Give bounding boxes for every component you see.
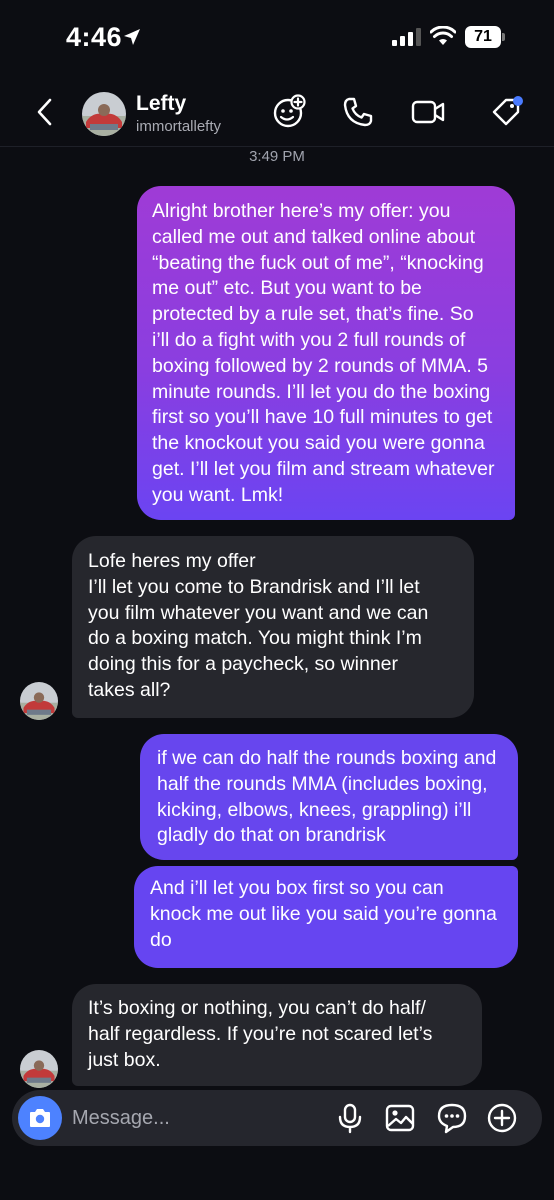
phone-icon[interactable] <box>338 92 378 132</box>
message-bubble-outgoing[interactable]: Alright brother here’s my offer: you call… <box>137 186 515 520</box>
message-text-line: you film whatever you want and we can <box>88 601 429 624</box>
status-time: 4:46 <box>66 22 123 52</box>
contact-name[interactable]: Lefty <box>136 92 186 116</box>
back-chevron-icon[interactable] <box>32 96 58 128</box>
video-camera-icon[interactable] <box>408 92 448 132</box>
contact-avatar[interactable] <box>82 92 126 136</box>
message-text-line: the knockout you said you were gonna <box>152 432 485 455</box>
message-bubble-outgoing[interactable]: And i’ll let you box first so you can kno… <box>134 866 518 968</box>
message-text-line: half the rounds MMA (includes boxing, <box>157 772 488 795</box>
message-text-line: do <box>150 928 172 951</box>
message-text-line: minute rounds. I’ll let you do the boxin… <box>152 380 491 403</box>
message-text-line: i’ll do a fight with you 2 full rounds o… <box>152 328 466 351</box>
battery-level: 71 <box>474 28 492 45</box>
notification-dot <box>513 96 523 106</box>
location-arrow-icon <box>124 29 140 45</box>
message-text-line: protected by a rule set, that’s fine. So <box>152 303 474 326</box>
sender-avatar[interactable] <box>20 1050 58 1088</box>
message-bubble-incoming[interactable]: It’s boxing or nothing, you can’t do hal… <box>72 984 482 1086</box>
message-text-line: first so you’ll have 10 full minutes to … <box>152 406 493 429</box>
message-text-line: gladly do that on brandrisk <box>157 824 386 847</box>
wifi-icon <box>430 26 456 45</box>
chat-header: Lefty immortallefty <box>0 80 554 146</box>
message-text-line: boxing followed by 2 rounds of MMA. 5 <box>152 354 489 377</box>
gallery-icon[interactable] <box>384 1102 416 1134</box>
message-text-line: Lofe heres my offer <box>88 550 256 572</box>
message-text-line: do a boxing match. You might think I’m <box>88 627 422 650</box>
header-divider <box>0 146 554 147</box>
message-text-line: I’ll let you come to Brandrisk and I’ll … <box>88 575 420 598</box>
message-text-line: get. I’ll let you film and stream whatev… <box>152 457 495 480</box>
status-bar: 4:46 71 <box>0 0 554 80</box>
battery-icon: 71 <box>465 26 505 48</box>
signal-icon <box>392 28 421 46</box>
battery-tip <box>502 33 505 41</box>
message-bubble-outgoing[interactable]: if we can do half the rounds boxing and h… <box>140 734 518 860</box>
microphone-icon[interactable] <box>334 1102 366 1134</box>
sticker-icon[interactable] <box>436 1102 468 1134</box>
message-bubble-incoming[interactable]: Lofe heres my offer I’ll let you come to … <box>72 536 474 718</box>
message-timestamp: 3:49 PM <box>249 148 305 165</box>
message-text-line: kicking, elbows, knees, grappling) i’ll <box>157 798 472 821</box>
message-text-line: “beating the fuck out of me”, “knocking <box>152 251 484 274</box>
message-text-line: doing this for a paycheck, so winner <box>88 653 399 676</box>
contact-handle[interactable]: immortallefty <box>136 118 221 135</box>
message-text-line: me out” etc. But you want to be <box>152 277 422 300</box>
message-text-line: just box. <box>88 1048 161 1071</box>
message-text-line: And i’ll let you box first so you can <box>150 877 444 899</box>
message-text-line: called me out and talked online about <box>152 225 476 248</box>
message-text-line: knock me out like you said you’re gonna <box>150 902 497 925</box>
message-text-line: It’s boxing or nothing, you can’t do hal… <box>88 997 426 1019</box>
camera-icon <box>30 1109 50 1127</box>
message-text-line: if we can do half the rounds boxing and <box>157 747 497 769</box>
effects-icon[interactable] <box>268 92 308 132</box>
plus-icon[interactable] <box>486 1102 518 1134</box>
message-composer <box>12 1090 542 1146</box>
message-text-line: half regardless. If you’re not scared le… <box>88 1022 433 1045</box>
message-text-line: you want. Lmk! <box>152 483 284 506</box>
message-text-line: takes all? <box>88 678 171 701</box>
message-text-line: Alright brother here’s my offer: you <box>152 200 451 222</box>
sender-avatar[interactable] <box>20 682 58 720</box>
camera-button[interactable] <box>18 1096 62 1140</box>
message-input[interactable] <box>72 1102 322 1134</box>
